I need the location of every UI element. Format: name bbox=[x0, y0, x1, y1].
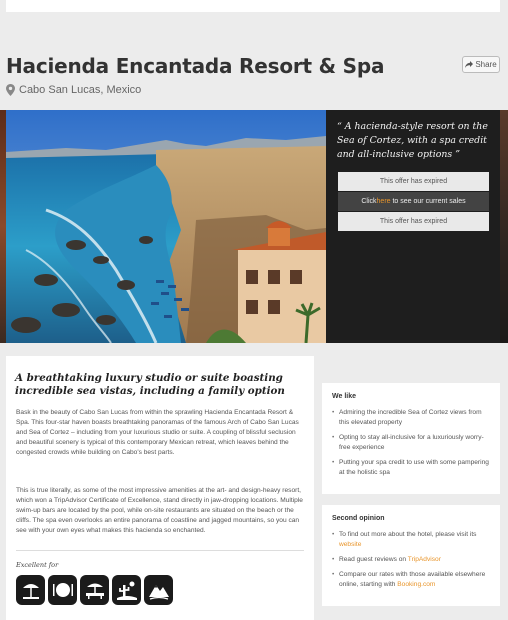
mountain-icon bbox=[144, 575, 173, 605]
desert-icon bbox=[112, 575, 141, 605]
list-item: Putting your spa credit to use with some… bbox=[332, 458, 492, 478]
current-sales-link[interactable]: Click here to see our current sales bbox=[338, 192, 489, 211]
offer-expired-status: This offer has expired bbox=[338, 172, 489, 191]
dining-icon bbox=[48, 575, 77, 605]
offer-panel: “ A hacienda-style resort on the Sea of … bbox=[326, 110, 500, 343]
share-label: Share bbox=[475, 60, 497, 69]
list-item-text: Read guest reviews on bbox=[339, 556, 408, 563]
here-link[interactable]: here bbox=[377, 198, 391, 205]
page-title: Hacienda Encantada Resort & Spa bbox=[6, 54, 385, 78]
location-text: Cabo San Lucas, Mexico bbox=[19, 84, 142, 96]
list-item: Opting to stay all-inclusive for a luxur… bbox=[332, 433, 492, 453]
tripadvisor-link[interactable]: TripAdvisor bbox=[408, 556, 441, 563]
offer-quote: “ A hacienda-style resort on the Sea of … bbox=[337, 121, 488, 160]
spa-icon bbox=[80, 575, 109, 605]
coastline-image bbox=[6, 110, 326, 343]
list-item: Read guest reviews on TripAdvisor bbox=[332, 555, 492, 565]
offer-expired-status-2: This offer has expired bbox=[338, 212, 489, 231]
top-bar bbox=[6, 0, 500, 12]
beach-icon bbox=[16, 575, 45, 605]
second-opinion-title: Second opinion bbox=[332, 515, 385, 522]
description-paragraph-2: This is true literally, as some of the m… bbox=[16, 487, 303, 534]
description-paragraph-1: Bask in the beauty of Cabo San Lucas fro… bbox=[16, 409, 299, 456]
divider bbox=[16, 550, 304, 551]
list-item: To find out more about the hotel, please… bbox=[332, 530, 492, 550]
description-card: A breathtaking luxury studio or suite bo… bbox=[6, 356, 314, 620]
website-link[interactable]: website bbox=[339, 541, 361, 548]
we-like-list: Admiring the incredible Sea of Cortez vi… bbox=[332, 408, 492, 483]
second-opinion-card: Second opinion To find out more about th… bbox=[322, 505, 500, 606]
we-like-card: We like Admiring the incredible Sea of C… bbox=[322, 383, 500, 494]
location: Cabo San Lucas, Mexico bbox=[6, 84, 141, 96]
amenity-icons bbox=[16, 575, 173, 605]
booking-link[interactable]: Booking.com bbox=[397, 581, 435, 588]
current-sales-text-pre: Click bbox=[361, 198, 377, 205]
hotel-photo bbox=[6, 110, 326, 343]
list-item: Admiring the incredible Sea of Cortez vi… bbox=[332, 408, 492, 428]
location-pin-icon bbox=[6, 84, 15, 96]
excellent-for-label: Excellent for bbox=[16, 561, 59, 569]
share-button[interactable]: Share bbox=[462, 56, 500, 73]
list-item: Compare our rates with those available e… bbox=[332, 570, 492, 590]
carousel-next-peek[interactable] bbox=[500, 110, 508, 343]
current-sales-text-post: to see our current sales bbox=[390, 198, 466, 205]
description-headline: A breathtaking luxury studio or suite bo… bbox=[15, 372, 285, 397]
share-icon bbox=[465, 61, 474, 68]
list-item-text: To find out more about the hotel, please… bbox=[339, 531, 477, 538]
we-like-title: We like bbox=[332, 393, 356, 400]
second-opinion-list: To find out more about the hotel, please… bbox=[332, 530, 492, 595]
